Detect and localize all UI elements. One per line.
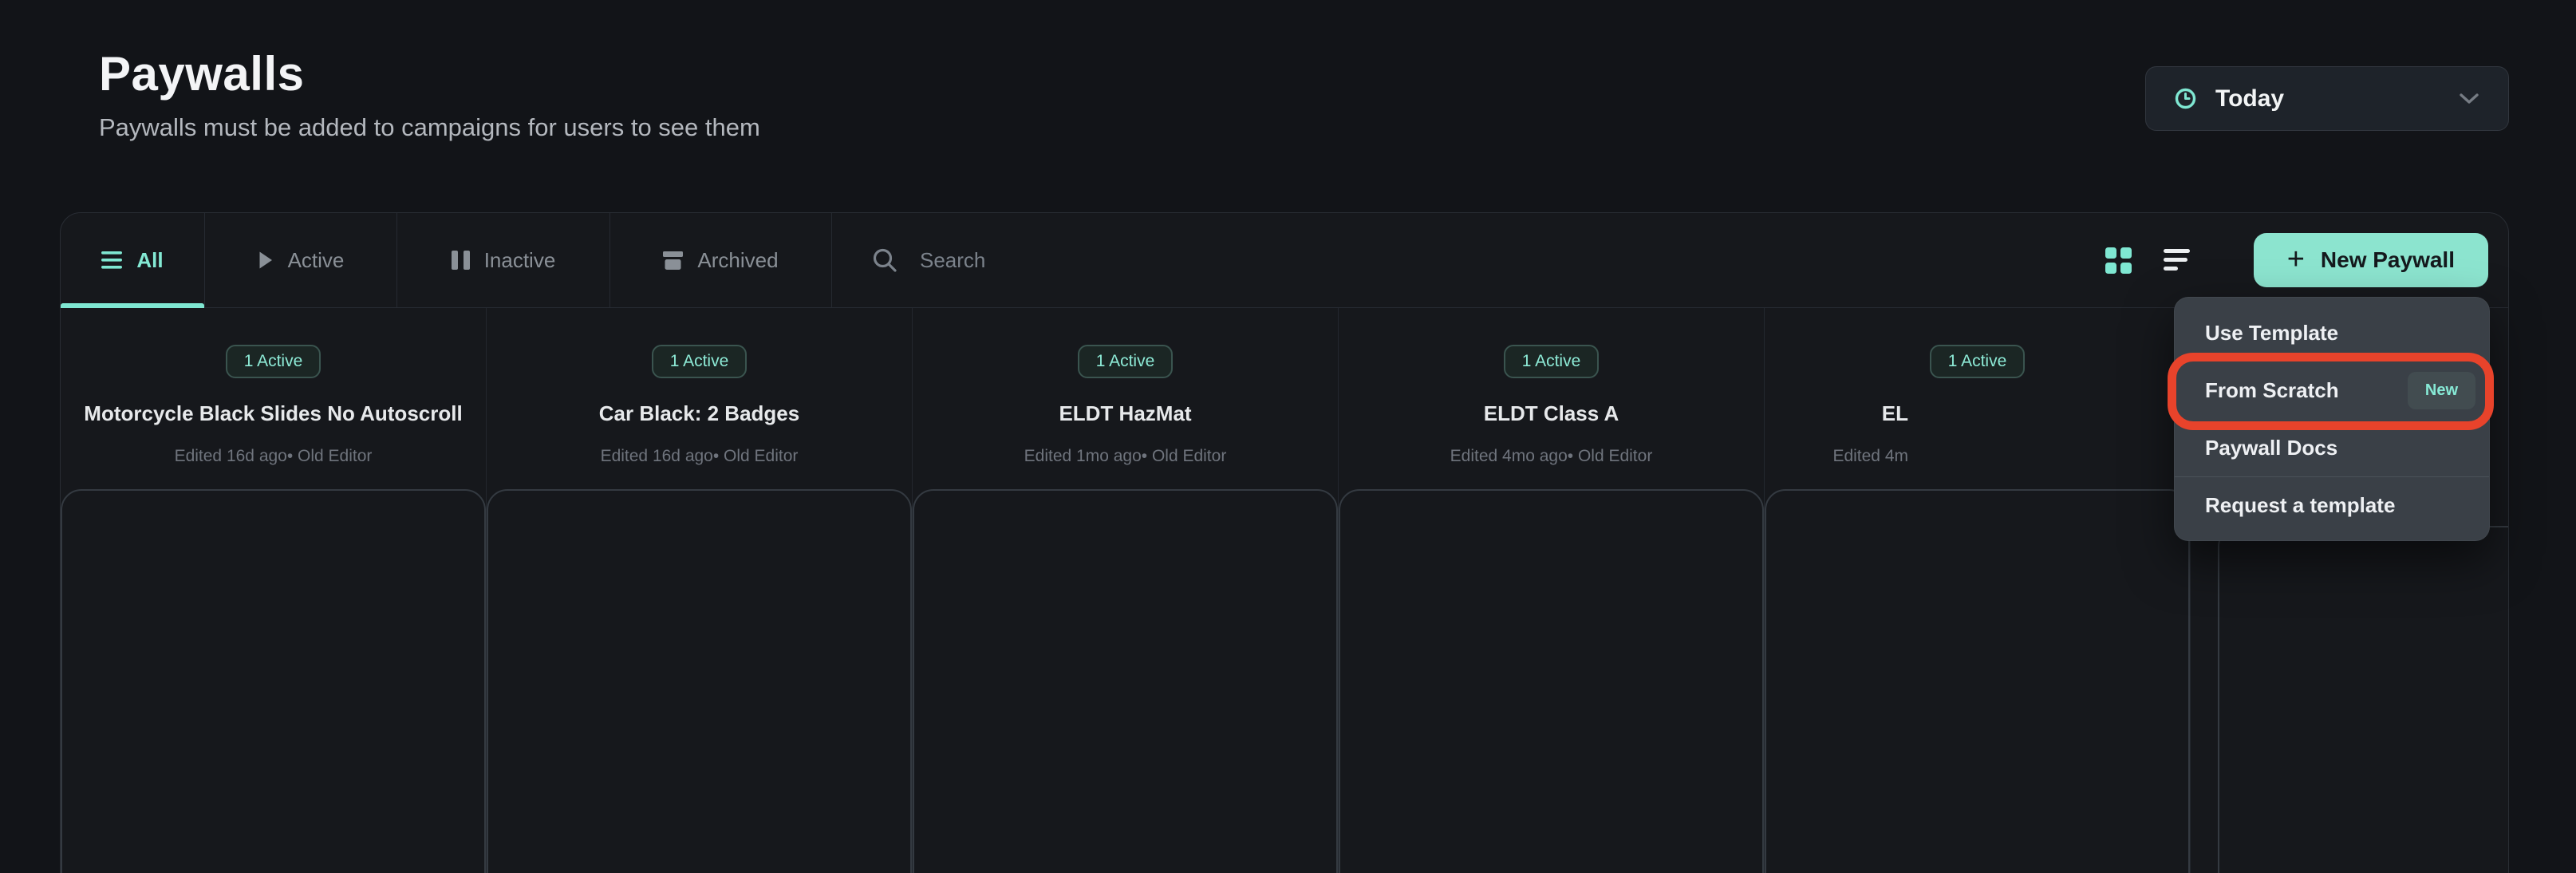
paywall-grid: 1 Active Motorcycle Black Slides No Auto… bbox=[61, 308, 2508, 873]
paywall-list-panel: All Active Inactive bbox=[60, 212, 2509, 873]
paywall-preview[interactable] bbox=[1765, 489, 2190, 873]
paywall-card[interactable]: 1 Active ELDT HazMat Edited 1mo ago• Old… bbox=[913, 308, 1338, 873]
plus-icon: + bbox=[2287, 244, 2305, 275]
paywall-card[interactable]: 1 Active Motorcycle Black Slides No Auto… bbox=[61, 308, 486, 873]
paywall-column: 1 Active Motorcycle Black Slides No Auto… bbox=[61, 308, 487, 873]
status-badge: 1 Active bbox=[226, 345, 322, 378]
tab-active[interactable]: Active bbox=[205, 213, 397, 307]
status-badge: 1 Active bbox=[1504, 345, 1600, 378]
paywall-preview[interactable] bbox=[2218, 526, 2509, 873]
paywall-title: Car Black: 2 Badges bbox=[487, 401, 912, 425]
paywall-preview[interactable] bbox=[913, 489, 1338, 873]
menu-item-from-scratch[interactable]: From Scratch New bbox=[2175, 361, 2489, 419]
search-placeholder: Search bbox=[920, 248, 985, 273]
tab-label: Archived bbox=[697, 248, 778, 273]
list-view-icon[interactable] bbox=[2164, 248, 2190, 272]
new-badge: New bbox=[2408, 372, 2475, 409]
archive-icon bbox=[663, 251, 683, 271]
paywall-column: 1 Active ELDT Class A Edited 4mo ago• Ol… bbox=[1339, 308, 1765, 873]
paywall-preview[interactable] bbox=[1339, 489, 1764, 873]
menu-item-request-template[interactable]: Request a template bbox=[2175, 476, 2489, 534]
view-controls: + New Paywall bbox=[2105, 213, 2488, 307]
list-lines-icon bbox=[101, 251, 122, 270]
tab-label: All bbox=[136, 248, 163, 273]
paywalls-page: Paywalls Paywalls must be added to campa… bbox=[0, 0, 2576, 873]
menu-item-label: Paywall Docs bbox=[2205, 436, 2337, 460]
paywall-preview[interactable] bbox=[61, 489, 486, 873]
tab-label: Inactive bbox=[484, 248, 556, 273]
tab-archived[interactable]: Archived bbox=[610, 213, 832, 307]
search-input[interactable]: Search bbox=[832, 213, 1167, 307]
date-filter-dropdown[interactable]: Today bbox=[2145, 66, 2509, 131]
menu-item-label: Request a template bbox=[2205, 493, 2395, 518]
menu-item-label: Use Template bbox=[2205, 321, 2338, 346]
paywall-edited-meta: Edited 4mo ago• Old Editor bbox=[1339, 447, 1764, 466]
paywall-column: 1 Active Car Black: 2 Badges Edited 16d … bbox=[487, 308, 913, 873]
play-icon bbox=[258, 251, 274, 270]
search-icon bbox=[872, 247, 897, 273]
grid-view-icon[interactable] bbox=[2105, 247, 2132, 274]
paywall-title: ELDT HazMat bbox=[913, 401, 1338, 425]
paywall-card[interactable]: 1 Active ELDT Class A Edited 4mo ago• Ol… bbox=[1339, 308, 1764, 873]
menu-item-paywall-docs[interactable]: Paywall Docs bbox=[2175, 419, 2489, 476]
tab-bar: All Active Inactive bbox=[61, 213, 2508, 308]
paywall-edited-meta: Edited 16d ago• Old Editor bbox=[487, 447, 912, 466]
page-subtitle: Paywalls must be added to campaigns for … bbox=[99, 113, 760, 142]
menu-item-use-template[interactable]: Use Template bbox=[2175, 304, 2489, 361]
tab-inactive[interactable]: Inactive bbox=[397, 213, 610, 307]
tab-all[interactable]: All bbox=[61, 213, 205, 307]
new-paywall-button[interactable]: + New Paywall bbox=[2254, 233, 2488, 287]
paywall-column: 1 Active ELDT HazMat Edited 1mo ago• Old… bbox=[913, 308, 1339, 873]
status-badge: 1 Active bbox=[1930, 345, 2026, 378]
paywall-card[interactable]: 1 Active EL Edited 4m bbox=[1765, 308, 2190, 873]
active-tab-underline bbox=[61, 303, 204, 308]
new-paywall-label: New Paywall bbox=[2321, 247, 2455, 273]
new-paywall-menu: Use Template From Scratch New Paywall Do… bbox=[2174, 297, 2490, 541]
tab-label: Active bbox=[288, 248, 345, 273]
paywall-edited-meta: Edited 1mo ago• Old Editor bbox=[913, 447, 1338, 466]
paywall-title: ELDT Class A bbox=[1339, 401, 1764, 425]
paywall-edited-meta: Edited 16d ago• Old Editor bbox=[61, 447, 486, 466]
paywall-preview[interactable] bbox=[487, 489, 912, 873]
status-badge: 1 Active bbox=[1078, 345, 1174, 378]
paywall-column: 1 Active EL Edited 4m bbox=[1765, 308, 2191, 873]
page-title: Paywalls bbox=[99, 46, 305, 101]
pause-icon bbox=[452, 251, 470, 270]
chevron-down-icon bbox=[2459, 93, 2479, 105]
status-badge: 1 Active bbox=[652, 345, 748, 378]
paywall-title: EL bbox=[1765, 401, 2190, 425]
menu-item-label: From Scratch bbox=[2205, 378, 2339, 403]
paywall-title: Motorcycle Black Slides No Autoscroll bbox=[61, 401, 486, 425]
clock-icon bbox=[2175, 88, 2196, 109]
paywall-card[interactable]: 1 Active Car Black: 2 Badges Edited 16d … bbox=[487, 308, 912, 873]
date-filter-label: Today bbox=[2215, 85, 2284, 113]
paywall-edited-meta: Edited 4m bbox=[1765, 447, 2190, 466]
